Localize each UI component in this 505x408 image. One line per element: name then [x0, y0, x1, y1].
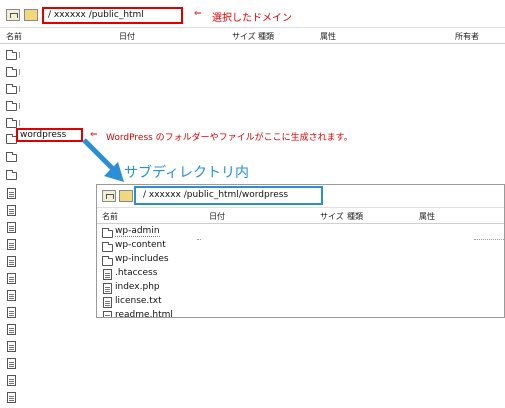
folder-icon [102, 228, 113, 238]
folder-icon[interactable] [6, 50, 17, 60]
subdirectory-panel: / xxxxxx /public_html/wordpress 名前 日付 サイ… [96, 184, 505, 318]
path-highlight-frame [42, 7, 183, 24]
file-icon[interactable] [7, 324, 16, 335]
folder-icon[interactable] [6, 152, 17, 162]
file-icon[interactable] [7, 290, 16, 301]
item-name: .htaccess [115, 268, 158, 278]
panel-toolbar-divider [97, 207, 504, 208]
dotted-separator [197, 239, 201, 240]
file-icon [103, 283, 112, 294]
folder-icon[interactable] [6, 170, 17, 180]
arrow-down-right-icon [82, 138, 124, 182]
file-icon[interactable] [7, 239, 16, 250]
file-icon[interactable] [7, 358, 16, 369]
folder-icon[interactable] [6, 118, 17, 128]
file-icon[interactable] [7, 188, 16, 199]
toolbar-divider [0, 27, 505, 28]
folder-icon[interactable] [6, 84, 17, 94]
folder-icon [102, 256, 113, 266]
dotted-separator [474, 239, 504, 240]
column-size[interactable]: サイズ [232, 31, 256, 42]
item-name: index.php [115, 282, 160, 292]
wordpress-highlight-frame [16, 128, 83, 142]
open-folder-button[interactable] [24, 9, 38, 21]
file-icon [103, 311, 112, 317]
folder-icon [102, 242, 113, 252]
item-name: wp-includes [115, 254, 169, 264]
list-item [19, 69, 20, 75]
selected-domain-note: 選択したドメイン [212, 13, 292, 24]
file-icon[interactable] [7, 307, 16, 318]
column-owner[interactable]: 所有者 [455, 31, 479, 42]
column-date[interactable]: 日付 [119, 31, 135, 42]
file-icon[interactable] [7, 256, 16, 267]
overlay-column-size[interactable]: サイズ [320, 211, 344, 222]
open-folder-button[interactable] [119, 190, 133, 202]
item-name: readme.html [115, 310, 173, 318]
file-icon[interactable] [7, 222, 16, 233]
subdirectory-caption: サブディレクトリ内 [124, 165, 250, 181]
parent-folder-button[interactable] [102, 190, 116, 202]
overlay-column-type[interactable]: 種類 [347, 211, 363, 222]
subdirectory-path-frame [134, 186, 323, 205]
file-icon [103, 269, 112, 280]
overlay-header-divider [97, 223, 504, 224]
item-name: wp-content [115, 240, 166, 250]
arrow-left-icon: ⇐ [194, 9, 202, 19]
list-item[interactable]: wp-admin [102, 226, 202, 240]
column-name[interactable]: 名前 [6, 31, 22, 42]
column-type[interactable]: 種類 [258, 31, 274, 42]
file-icon[interactable] [7, 205, 16, 216]
file-icon[interactable] [7, 273, 16, 284]
overlay-column-name[interactable]: 名前 [102, 211, 118, 222]
file-icon[interactable] [7, 392, 16, 403]
file-icon[interactable] [7, 375, 16, 386]
list-item [19, 52, 20, 58]
list-item [19, 86, 20, 92]
folder-icon[interactable] [6, 67, 17, 77]
item-name: wp-admin [115, 226, 160, 237]
file-icon [103, 297, 112, 308]
wordpress-note: WordPress のフォルダーやファイルがここに生成されます。 [106, 133, 353, 143]
column-attr[interactable]: 属性 [320, 31, 336, 42]
header-divider [0, 43, 505, 44]
parent-folder-button[interactable] [6, 9, 20, 21]
file-icon[interactable] [7, 341, 16, 352]
list-item [19, 103, 20, 109]
item-name: license.txt [115, 296, 162, 306]
list-item [19, 120, 20, 126]
overlay-column-date[interactable]: 日付 [209, 211, 225, 222]
overlay-column-attr[interactable]: 属性 [419, 211, 435, 222]
folder-icon[interactable] [6, 101, 17, 111]
